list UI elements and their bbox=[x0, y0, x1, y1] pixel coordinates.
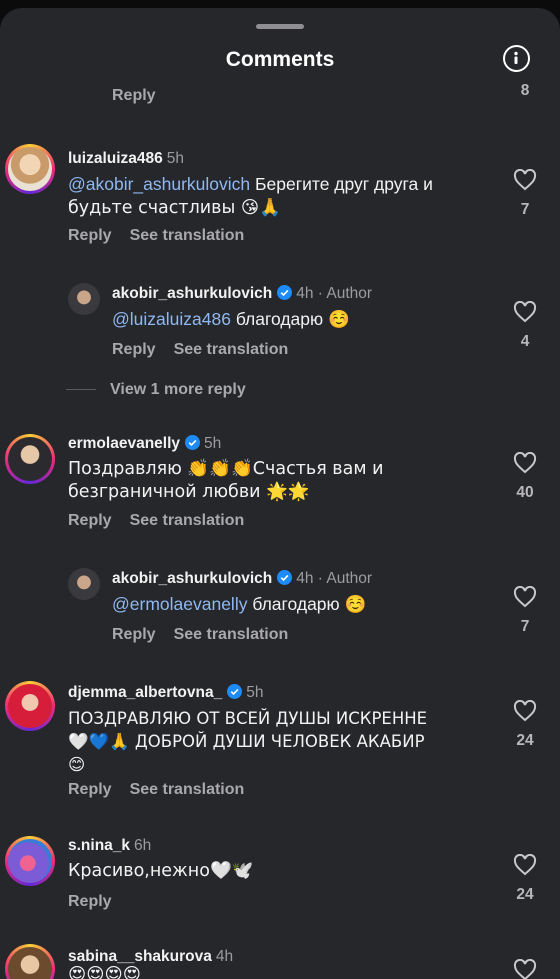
like-count: 7 bbox=[520, 201, 530, 218]
avatar[interactable] bbox=[8, 684, 52, 728]
reply-button[interactable]: Reply bbox=[112, 341, 156, 358]
see-translation-button[interactable]: See translation bbox=[174, 626, 289, 643]
heart-icon[interactable] bbox=[513, 959, 537, 979]
verified-badge-icon bbox=[227, 684, 243, 699]
comment-username[interactable]: akobir_ashurkulovich 4h · Author bbox=[112, 570, 372, 588]
comment-actions: Reply See translation bbox=[112, 626, 306, 644]
heart-icon[interactable] bbox=[513, 586, 537, 608]
comments-sheet: Comments Reply 8 luizaluiza486 5h @akobir… bbox=[0, 8, 560, 979]
reply-button[interactable]: Reply bbox=[68, 781, 112, 798]
see-translation-button[interactable]: See translation bbox=[174, 341, 289, 358]
comment-actions: Reply bbox=[68, 893, 130, 911]
comment-username[interactable]: luizaluiza486 5h bbox=[68, 150, 184, 168]
like-count: 24 bbox=[516, 886, 534, 903]
reply-button[interactable]: Reply bbox=[68, 227, 112, 244]
drag-handle[interactable] bbox=[256, 24, 304, 29]
heart-icon[interactable] bbox=[513, 700, 537, 722]
see-translation-button[interactable]: See translation bbox=[130, 512, 245, 529]
comment-text: ПОЗДРАВЛЯЮ ОТ ВСЕЙ ДУШЫ ИСКРЕННЕ 🤍💙🙏 ДОБ… bbox=[68, 709, 428, 774]
heart-icon[interactable] bbox=[513, 854, 537, 876]
comment-text: 😍😍😍😍 bbox=[68, 965, 141, 979]
comment-username[interactable]: djemma_albertovna_ 5h bbox=[68, 684, 263, 702]
comment-text: @ermolaevanelly благодарю ☺️ bbox=[112, 594, 367, 614]
reply-button[interactable]: Reply bbox=[68, 512, 112, 529]
comment-username[interactable]: akobir_ashurkulovich 4h · Author bbox=[112, 285, 372, 303]
like-count: 4 bbox=[520, 333, 530, 350]
comment-text: Поздравляю 👏👏👏Счастья вам и безграничной… bbox=[68, 459, 384, 502]
mention-link[interactable]: @luizaluiza486 bbox=[112, 309, 231, 329]
divider bbox=[66, 389, 96, 390]
page-title: Comments bbox=[225, 48, 335, 71]
verified-badge-icon bbox=[277, 570, 293, 585]
comment-actions: Reply See translation bbox=[68, 512, 262, 530]
comment-text: Красиво,нежно🤍🕊️ bbox=[68, 861, 254, 881]
comment-actions: Reply See translation bbox=[68, 781, 262, 799]
see-translation-button[interactable]: See translation bbox=[130, 227, 245, 244]
comment-username[interactable]: ermolaevanelly 5h bbox=[68, 435, 221, 453]
heart-icon[interactable] bbox=[513, 169, 537, 191]
heart-icon[interactable] bbox=[513, 301, 537, 323]
mention-link[interactable]: @akobir_ashurkulovich bbox=[68, 174, 250, 194]
view-more-replies-button[interactable]: View 1 more reply bbox=[110, 381, 246, 399]
info-icon[interactable] bbox=[503, 45, 530, 72]
avatar[interactable] bbox=[68, 283, 100, 315]
avatar[interactable] bbox=[68, 568, 100, 600]
heart-icon[interactable] bbox=[513, 452, 537, 474]
see-translation-button[interactable]: See translation bbox=[130, 781, 245, 798]
verified-badge-icon bbox=[277, 285, 293, 300]
reply-button[interactable]: Reply bbox=[68, 893, 112, 910]
comment-actions: Reply See translation bbox=[112, 341, 306, 359]
like-count: 40 bbox=[516, 484, 534, 501]
comment-actions: Reply See translation bbox=[68, 227, 262, 245]
comment-username[interactable]: s.nina_k 6h bbox=[68, 837, 151, 855]
reply-button[interactable]: Reply bbox=[112, 626, 156, 643]
avatar[interactable] bbox=[8, 147, 52, 191]
avatar[interactable] bbox=[8, 839, 52, 883]
like-count: 7 bbox=[520, 618, 530, 635]
comment-text: @akobir_ashurkulovich Берегите друг друг… bbox=[68, 174, 433, 218]
like-count: 24 bbox=[516, 732, 534, 749]
comment-text: @luizaluiza486 благодарю ☺️ bbox=[112, 309, 350, 329]
verified-badge-icon bbox=[185, 435, 201, 450]
avatar[interactable] bbox=[8, 437, 52, 481]
reply-button[interactable]: Reply bbox=[112, 87, 156, 105]
mention-link[interactable]: @ermolaevanelly bbox=[112, 594, 247, 614]
like-count: 8 bbox=[520, 82, 530, 99]
